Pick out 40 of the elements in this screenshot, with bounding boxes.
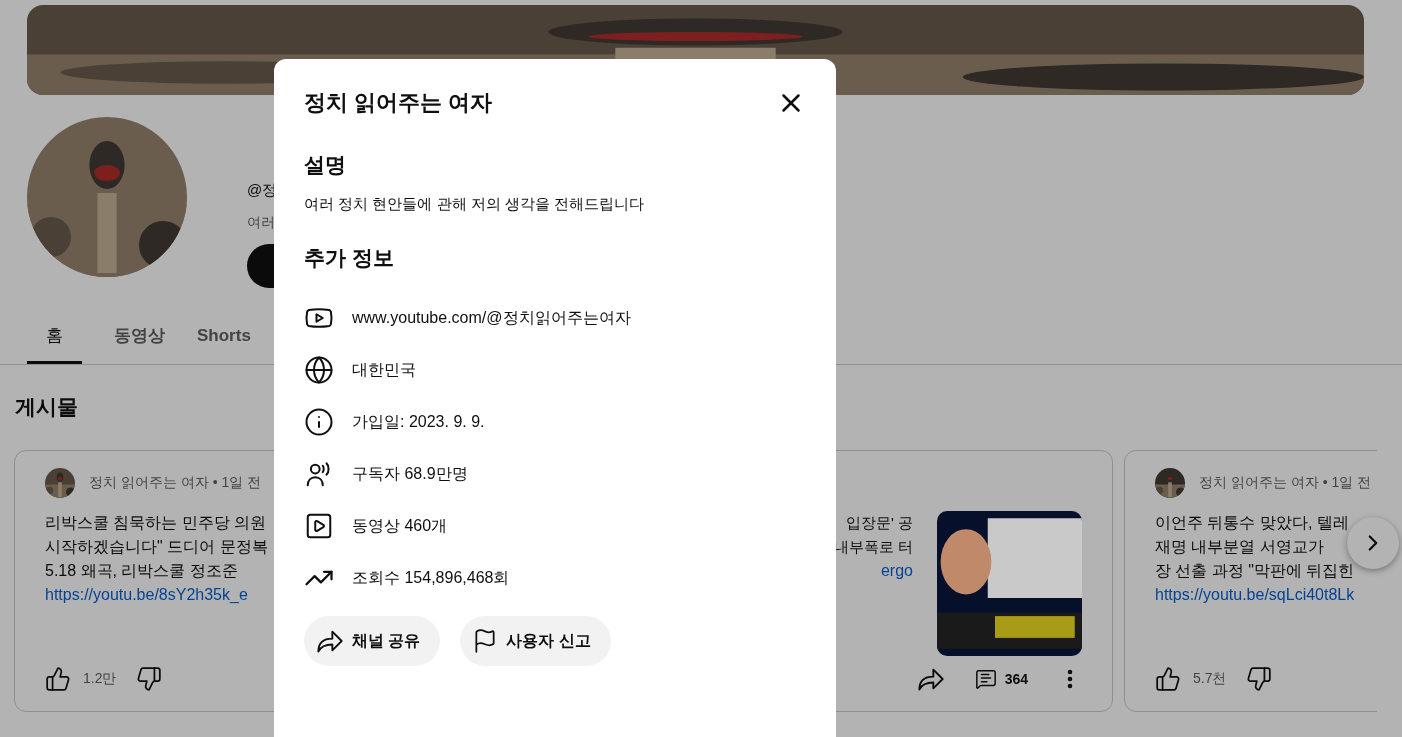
post-link[interactable]: https://youtu.be/8sY2h35k_e [45,583,248,607]
channel-description: 여러 [247,214,276,232]
comment-count: 364 [1004,671,1028,687]
section-title: 게시물 [15,394,78,420]
post-text: 이언주 뒤통수 맞았다, 텔레 [1155,513,1349,533]
like-count: 5.7천 [1193,670,1227,688]
thumbs-down-icon[interactable] [136,666,163,692]
detail-text: 구독자 68.9만명 [352,463,468,484]
share-channel-button[interactable]: 채널 공유 [304,616,441,666]
post-link[interactable]: https://youtu.be/sqLci40t8Lk [1155,583,1355,607]
like-count: 1.2만 [83,670,117,688]
post-text: 5.18 왜곡, 리박스쿨 정조준 [45,561,238,581]
dialog-title: 정치 읽어주는 여자 [304,89,493,117]
detail-text: 조회수 154,896,468회 [352,567,510,588]
thumbs-down-icon[interactable] [1246,666,1273,692]
post-link[interactable]: ergo [880,559,913,583]
detail-text: 가입일: 2023. 9. 9. [352,411,485,432]
thumbs-up-icon[interactable] [1155,666,1181,692]
post-text: 리박스쿨 침묵하는 민주당 의원 [45,513,267,533]
info-icon [304,407,334,437]
post-meta: 정치 읽어주는 여자 • 1일 전 [89,474,262,492]
globe-icon [304,355,334,385]
post-meta: 정치 읽어주는 여자 • 1일 전 [1199,474,1372,492]
comment-button[interactable]: 364 [974,668,1028,690]
post-text: 입장문' 공 [845,513,913,533]
channel-link[interactable]: www.youtube.com/@정치읽어주는여자 [352,307,631,329]
section-heading: 설명 [304,152,347,178]
post-text: 시작하겠습니다" 드디어 문정복 [45,537,268,557]
thumbs-up-icon[interactable] [45,666,71,692]
description-text: 여러 정치 현안들에 관해 저의 생각을 전해드립니다 [304,195,645,214]
section-heading: 추가 정보 [304,245,395,271]
post-text: 재명 내부분열 서영교가 [1155,537,1324,557]
detail-text: 대한민국 [352,359,416,380]
channel-tab[interactable]: Shorts [197,310,251,364]
detail-text: 동영상 460개 [352,515,448,536]
video-icon [304,511,334,541]
report-user-button[interactable]: 사용자 신고 [460,616,611,666]
channel-tab[interactable]: 동영상 [114,310,165,364]
post-text: 장 선출 과정 "막판에 뒤집힌 [1155,561,1355,581]
comment-icon [974,668,997,690]
